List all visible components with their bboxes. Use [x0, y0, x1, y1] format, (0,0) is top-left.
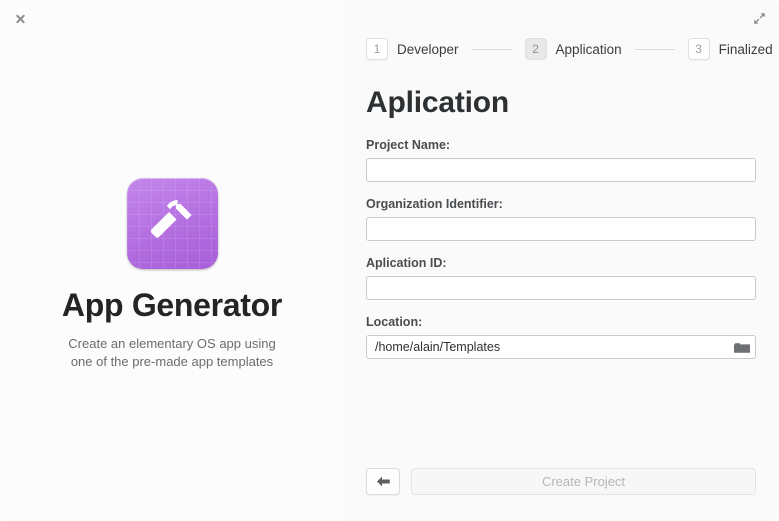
close-icon: [15, 14, 26, 25]
project-form: Project Name: Organization Identifier: A…: [366, 138, 756, 359]
maximize-icon: [753, 12, 765, 24]
label-location: Location:: [366, 315, 423, 329]
wizard-footer: Create Project: [366, 468, 756, 495]
window-content: App Generator Create an elementary OS ap…: [0, 0, 779, 521]
step-label-application: Application: [555, 41, 622, 57]
wizard-stepper: 1 Developer 2 Application 3 Finalized: [366, 38, 773, 60]
wizard-pane: 1 Developer 2 Application 3 Finalized Ap…: [344, 0, 779, 521]
label-organization-identifier: Organization Identifier:: [366, 197, 503, 211]
input-row-location: [366, 335, 756, 359]
step-connector-1: [471, 48, 512, 50]
organization-identifier-input[interactable]: [366, 217, 756, 241]
application-id-input[interactable]: [366, 276, 756, 300]
label-project-name: Project Name:: [366, 138, 451, 152]
field-organization-identifier: Organization Identifier:: [366, 197, 756, 241]
input-row-project-name: [366, 158, 756, 182]
step-label-developer: Developer: [397, 41, 459, 57]
arrow-left-icon: [376, 476, 390, 487]
input-row-organization-identifier: [366, 217, 756, 241]
label-application-id: Aplication ID:: [366, 256, 447, 270]
app-description-line-2: one of the pre-made app templates: [70, 354, 274, 369]
app-icon-container: [126, 178, 218, 269]
close-button[interactable]: [7, 6, 33, 32]
location-input[interactable]: [366, 335, 756, 359]
hammer-app-icon: [126, 178, 218, 269]
step-application[interactable]: 2 Application: [524, 38, 622, 60]
field-location: Location:: [366, 315, 756, 359]
back-button[interactable]: [366, 468, 400, 495]
app-description: Create an elementary OS app using one of…: [42, 335, 302, 371]
step-finalized[interactable]: 3 Finalized: [687, 38, 773, 60]
folder-browse-button[interactable]: [729, 336, 755, 358]
app-description-line-1: Create an elementary OS app using: [68, 336, 276, 351]
field-application-id: Aplication ID:: [366, 256, 756, 300]
app-window: App Generator Create an elementary OS ap…: [0, 0, 779, 521]
hammer-icon: [150, 200, 192, 238]
step-badge-1: 1: [366, 38, 388, 60]
step-label-finalized: Finalized: [718, 41, 773, 57]
maximize-button[interactable]: [746, 5, 772, 31]
input-row-application-id: [366, 276, 756, 300]
step-badge-2: 2: [524, 38, 547, 60]
page-title: App Generator: [61, 287, 283, 323]
branding-pane: App Generator Create an elementary OS ap…: [0, 0, 344, 521]
step-connector-2: [634, 48, 675, 50]
step-developer[interactable]: 1 Developer: [366, 38, 459, 60]
section-heading: Aplication: [366, 86, 510, 119]
step-badge-3: 3: [687, 38, 710, 60]
folder-icon: [734, 342, 750, 353]
project-name-input[interactable]: [366, 158, 756, 182]
create-project-button[interactable]: Create Project: [411, 468, 756, 495]
field-project-name: Project Name:: [366, 138, 756, 182]
